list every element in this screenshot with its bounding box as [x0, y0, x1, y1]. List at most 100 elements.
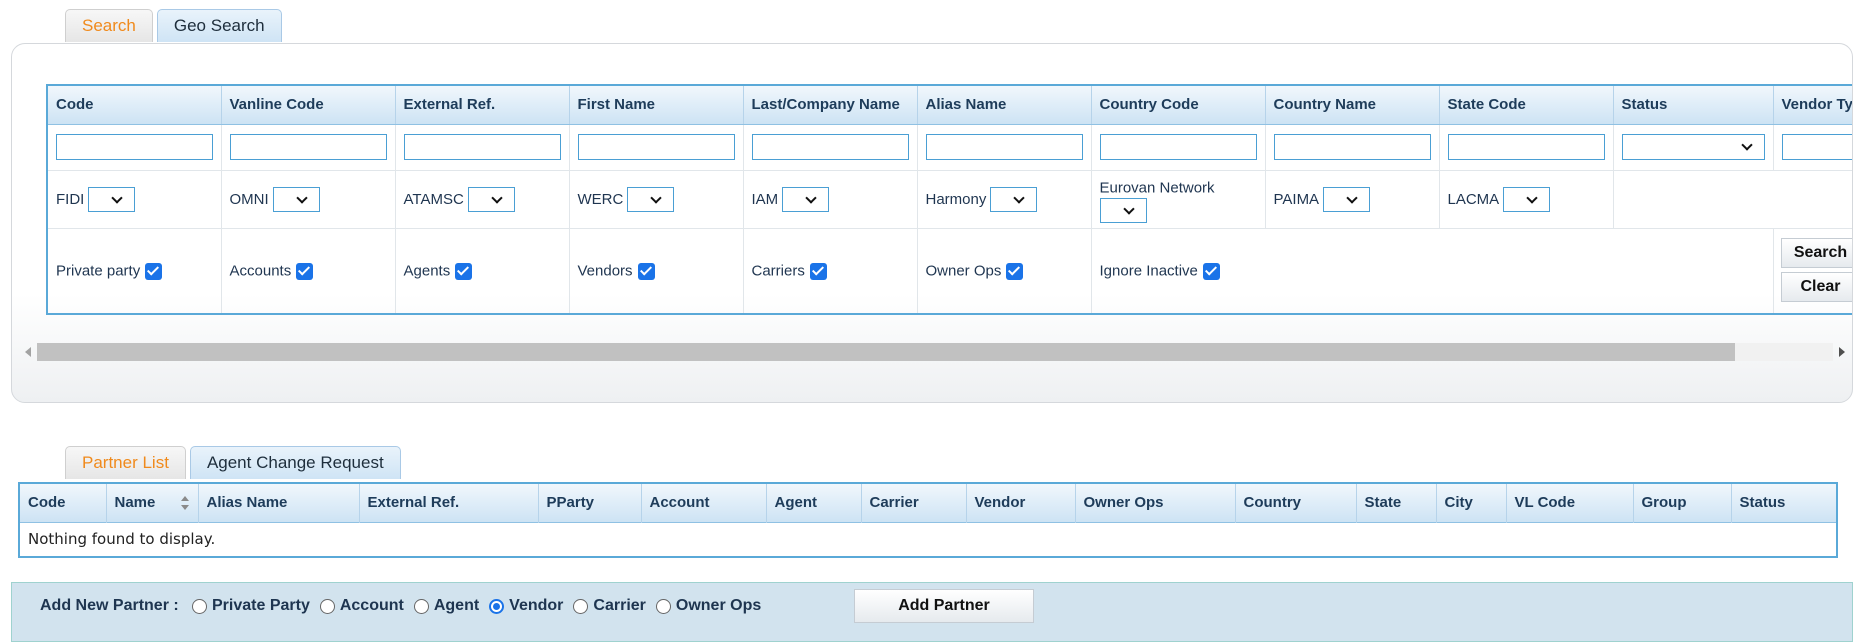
tab-search[interactable]: Search	[65, 9, 153, 42]
scroll-thumb[interactable]	[37, 343, 1735, 361]
tab-geo-search[interactable]: Geo Search	[156, 9, 282, 42]
search-grid-viewport: Code Vanline Code External Ref. First Na…	[46, 84, 1852, 357]
col-state[interactable]: State	[1356, 483, 1437, 522]
ignore-inactive-checkbox[interactable]	[1202, 262, 1220, 280]
owner-ops-checkbox[interactable]	[1006, 262, 1024, 280]
private-party-checkbox[interactable]	[145, 262, 163, 280]
radio-vendor[interactable]: Vendor	[489, 597, 563, 615]
radio-button[interactable]	[192, 598, 207, 614]
country-name-input[interactable]	[1273, 134, 1431, 160]
chevron-down-icon	[1740, 139, 1753, 151]
col-country-code: Country Code	[1091, 85, 1266, 125]
harmony-select[interactable]	[990, 186, 1038, 212]
col-city[interactable]: City	[1436, 483, 1507, 522]
radio-button-selected[interactable]	[489, 598, 505, 614]
radio-label: Private Party	[212, 597, 310, 614]
col-alias-name[interactable]: Alias Name	[198, 483, 360, 522]
radio-account[interactable]: Account	[319, 597, 404, 615]
status-select[interactable]	[1621, 134, 1765, 160]
chevron-down-icon	[111, 191, 124, 204]
eurovan-network-label: Eurovan Network	[1099, 179, 1215, 197]
alias-name-input[interactable]	[925, 134, 1083, 160]
search-input-row	[47, 124, 1852, 171]
col-country[interactable]: Country	[1235, 483, 1357, 522]
chevron-down-icon	[805, 191, 817, 204]
tab-agent-change-request[interactable]: Agent Change Request	[189, 446, 401, 479]
partner-type-radios: Private Party Account Agent Vendor Carri…	[192, 597, 771, 615]
col-group[interactable]: Group	[1633, 483, 1732, 522]
col-carrier[interactable]: Carrier	[861, 483, 967, 522]
lacma-label: LACMA	[1447, 190, 1500, 208]
col-first-name: First Name	[569, 85, 744, 125]
radio-carrier[interactable]: Carrier	[573, 597, 646, 615]
type-check-row: Private party Accounts Agents Vendors Ca…	[47, 228, 1852, 314]
radio-owner-ops[interactable]: Owner Ops	[655, 597, 762, 615]
vendors-checkbox[interactable]	[637, 262, 655, 280]
col-status[interactable]: Status	[1731, 483, 1838, 522]
eurovan-network-select[interactable]	[1099, 198, 1147, 224]
carriers-checkbox[interactable]	[809, 262, 827, 280]
col-code[interactable]: Code	[19, 483, 107, 522]
col-agent[interactable]: Agent	[766, 483, 862, 522]
fidi-label: FIDI	[56, 190, 85, 208]
tab-partner-list[interactable]: Partner List	[65, 446, 186, 479]
radio-button[interactable]	[319, 598, 335, 614]
scroll-right-arrow-icon[interactable]	[1839, 347, 1845, 357]
last-company-name-input[interactable]	[751, 134, 909, 160]
clear-button[interactable]: Clear	[1780, 271, 1852, 302]
accounts-checkbox[interactable]	[296, 262, 314, 280]
col-pparty[interactable]: PParty	[538, 483, 642, 522]
col-name[interactable]: Name	[106, 483, 199, 522]
fidi-select[interactable]	[88, 186, 136, 212]
radio-agent[interactable]: Agent	[413, 597, 480, 615]
owner-ops-label: Owner Ops	[925, 262, 1002, 280]
partner-list-table: Code Name Alias Name External Ref. PPart…	[18, 482, 1838, 558]
add-partner-title: Add New Partner :	[40, 597, 179, 614]
col-vl-code[interactable]: VL Code	[1506, 483, 1634, 522]
radio-label: Owner Ops	[675, 597, 762, 614]
radio-private-party[interactable]: Private Party	[192, 597, 310, 615]
col-external-ref[interactable]: External Ref.	[359, 483, 539, 522]
vendor-type-input[interactable]	[1781, 134, 1852, 160]
col-country-name: Country Name	[1265, 85, 1440, 125]
harmony-label: Harmony	[925, 190, 987, 208]
radio-button[interactable]	[573, 598, 589, 614]
paima-label: PAIMA	[1273, 190, 1320, 208]
external-ref-input[interactable]	[403, 134, 561, 160]
col-owner-ops[interactable]: Owner Ops	[1075, 483, 1236, 522]
chevron-down-icon	[650, 191, 662, 204]
search-panel: Code Vanline Code External Ref. First Na…	[11, 43, 1853, 403]
chevron-down-icon	[1346, 191, 1358, 204]
scroll-left-arrow-icon[interactable]	[25, 347, 31, 357]
atamsc-label: ATAMSC	[403, 190, 464, 208]
add-partner-button[interactable]: Add Partner	[854, 589, 1034, 623]
state-code-input[interactable]	[1447, 134, 1605, 160]
country-code-input[interactable]	[1099, 134, 1257, 160]
network-filter-row: FIDI OMNI ATAMSC WERC IAM Harmony Eurova…	[47, 170, 1852, 229]
radio-label: Agent	[433, 597, 480, 614]
paima-select[interactable]	[1323, 186, 1371, 212]
lacma-select[interactable]	[1503, 186, 1551, 212]
atamsc-select[interactable]	[467, 186, 515, 212]
col-vendor[interactable]: Vendor	[966, 483, 1076, 522]
sort-icon[interactable]	[180, 496, 190, 511]
empty-row: Nothing found to display.	[19, 521, 1837, 557]
code-input[interactable]	[56, 134, 213, 160]
iam-select[interactable]	[782, 186, 830, 212]
search-button[interactable]: Search	[1780, 237, 1852, 268]
vanline-code-input[interactable]	[229, 134, 387, 160]
radio-button[interactable]	[413, 598, 429, 614]
werc-select[interactable]	[627, 186, 675, 212]
chevron-down-icon	[296, 191, 308, 204]
omni-select[interactable]	[272, 186, 320, 212]
horizontal-scrollbar[interactable]	[20, 341, 1850, 363]
partner-list-header: Code Name Alias Name External Ref. PPart…	[19, 483, 1838, 522]
iam-label: IAM	[751, 190, 779, 208]
col-account[interactable]: Account	[641, 483, 767, 522]
first-name-input[interactable]	[577, 134, 735, 160]
ignore-inactive-label: Ignore Inactive	[1099, 262, 1198, 280]
col-state-code: State Code	[1439, 85, 1614, 125]
vendors-label: Vendors	[577, 262, 633, 280]
radio-button[interactable]	[655, 598, 671, 614]
agents-checkbox[interactable]	[455, 262, 473, 280]
